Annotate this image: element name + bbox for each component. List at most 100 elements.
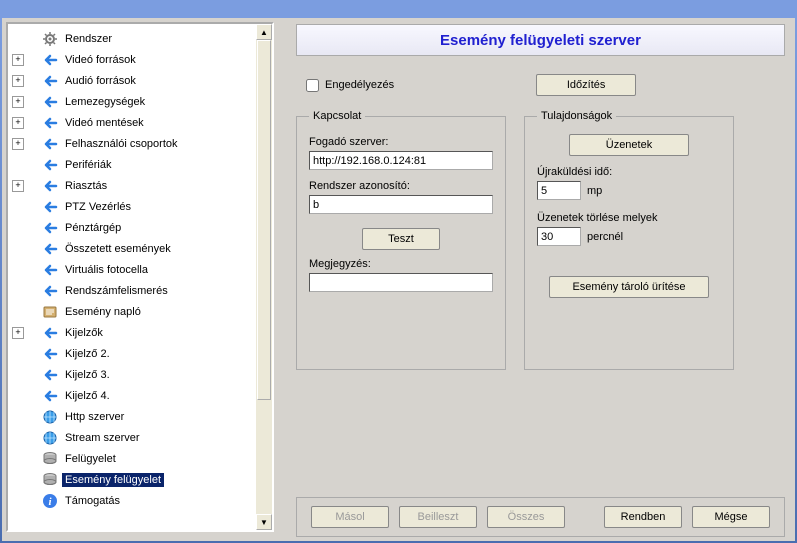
tree-item-label: Felhasználói csoportok (62, 137, 181, 151)
tree-spacer (12, 432, 24, 444)
navigation-tree: Rendszer + Videó források + Audió források + L… (6, 22, 274, 532)
tree-expand-icon[interactable]: + (12, 117, 24, 129)
tree-item[interactable]: Stream szerver (10, 427, 272, 448)
properties-legend: Tulajdonságok (537, 110, 616, 122)
tree-item-label: Támogatás (62, 494, 123, 508)
ok-button[interactable]: Rendben (604, 506, 682, 528)
tree-spacer (12, 285, 24, 297)
tree-item-label: Esemény napló (62, 305, 144, 319)
sysid-input[interactable] (309, 195, 493, 214)
tree-item-label: PTZ Vezérlés (62, 200, 134, 214)
tree-spacer (12, 201, 24, 213)
globe-icon (42, 409, 58, 425)
tree-item[interactable]: + Riasztás (10, 175, 272, 196)
resend-input[interactable] (537, 181, 581, 200)
tree-expand-icon[interactable]: + (12, 327, 24, 339)
note-input[interactable] (309, 273, 493, 292)
arrow-l-icon (42, 367, 58, 383)
deleteolder-unit: percnél (587, 231, 623, 243)
tree-item-label: Perifériák (62, 158, 114, 172)
tree-expand-icon[interactable]: + (12, 138, 24, 150)
resend-unit: mp (587, 185, 602, 197)
scroll-track[interactable] (256, 40, 272, 514)
arrow-l-icon (42, 73, 58, 89)
tree-item-label: Kijelző 4. (62, 389, 113, 403)
arrow-l-icon (42, 220, 58, 236)
tree-item[interactable]: Kijelző 3. (10, 364, 272, 385)
tree-item[interactable]: +Kijelzők (10, 322, 272, 343)
arrow-l-icon (42, 241, 58, 257)
tree-item-label: Rendszer (62, 32, 115, 46)
arrow-l-icon (42, 115, 58, 131)
tree-spacer (12, 495, 24, 507)
scroll-down-arrow-icon[interactable]: ▼ (256, 514, 272, 530)
tree-item[interactable]: Pénztárgép (10, 217, 272, 238)
deleteolder-input[interactable] (537, 227, 581, 246)
gear-icon (42, 31, 58, 47)
tree-spacer (12, 264, 24, 276)
connection-group: Kapcsolat Fogadó szerver: Rendszer azono… (296, 110, 506, 370)
tree-item-label: Esemény felügyelet (62, 473, 164, 487)
enable-checkbox[interactable] (306, 79, 319, 92)
copy-button[interactable]: Másol (311, 506, 389, 528)
cancel-button[interactable]: Mégse (692, 506, 770, 528)
arrow-l-icon (42, 136, 58, 152)
page-title: Esemény felügyeleti szerver (296, 24, 785, 56)
arrow-l-icon (42, 388, 58, 404)
tree-item[interactable]: Esemény felügyelet (10, 469, 272, 490)
arrow-l-icon (42, 157, 58, 173)
messages-button[interactable]: Üzenetek (569, 134, 689, 156)
tree-item[interactable]: Felügyelet (10, 448, 272, 469)
scroll-thumb[interactable] (257, 40, 271, 400)
tree-expand-icon[interactable]: + (12, 75, 24, 87)
host-input[interactable] (309, 151, 493, 170)
deleteolder-label: Üzenetek törlése melyek (537, 212, 721, 224)
tree-item[interactable]: Http szerver (10, 406, 272, 427)
tree-item[interactable]: Kijelző 2. (10, 343, 272, 364)
arrow-l-icon (42, 262, 58, 278)
tree-item[interactable]: + Felhasználói csoportok (10, 133, 272, 154)
all-button[interactable]: Összes (487, 506, 565, 528)
tree-item[interactable]: Perifériák (10, 154, 272, 175)
tree-expand-icon[interactable]: + (12, 54, 24, 66)
scroll-up-arrow-icon[interactable]: ▲ (256, 24, 272, 40)
tree-spacer (12, 222, 24, 234)
tree-item-label: Videó mentések (62, 116, 147, 130)
tree-item-label: Riasztás (62, 179, 110, 193)
tree-item[interactable]: Kijelző 4. (10, 385, 272, 406)
tree-item[interactable]: + Videó mentések (10, 112, 272, 133)
globe-icon (42, 430, 58, 446)
tree-expand-icon[interactable]: + (12, 180, 24, 192)
arrow-l-icon (42, 199, 58, 215)
tree-item[interactable]: Rendszer (10, 28, 272, 49)
arrow-l-icon (42, 283, 58, 299)
tree-item[interactable]: Összetett események (10, 238, 272, 259)
paste-button[interactable]: Beilleszt (399, 506, 477, 528)
tree-item[interactable]: Esemény napló (10, 301, 272, 322)
tree-spacer (12, 474, 24, 486)
arrow-l-icon (42, 346, 58, 362)
tree-item-label: Videó források (62, 53, 139, 67)
bottom-toolbar: Másol Beilleszt Összes Rendben Mégse (296, 497, 785, 537)
tree-item[interactable]: + Lemezegységek (10, 91, 272, 112)
tree-expand-icon[interactable]: + (12, 96, 24, 108)
tree-item-label: Rendszámfelismerés (62, 284, 171, 298)
tree-item[interactable]: + Audió források (10, 70, 272, 91)
tree-item[interactable]: + Videó források (10, 49, 272, 70)
resend-label: Újraküldési idő: (537, 166, 721, 178)
flush-button[interactable]: Esemény tároló ürítése (549, 276, 709, 298)
tree-item-label: Audió források (62, 74, 139, 88)
tree-item-label: Lemezegységek (62, 95, 148, 109)
tree-item[interactable]: Rendszámfelismerés (10, 280, 272, 301)
tree-spacer (12, 411, 24, 423)
tree-spacer (12, 390, 24, 402)
tree-scrollbar[interactable]: ▲ ▼ (256, 24, 272, 530)
info-icon (42, 493, 58, 509)
tree-item[interactable]: Virtuális fotocella (10, 259, 272, 280)
log-icon (42, 304, 58, 320)
tree-item[interactable]: Támogatás (10, 490, 272, 511)
test-button[interactable]: Teszt (362, 228, 440, 250)
note-label: Megjegyzés: (309, 258, 493, 270)
timing-button[interactable]: Időzítés (536, 74, 636, 96)
tree-item[interactable]: PTZ Vezérlés (10, 196, 272, 217)
